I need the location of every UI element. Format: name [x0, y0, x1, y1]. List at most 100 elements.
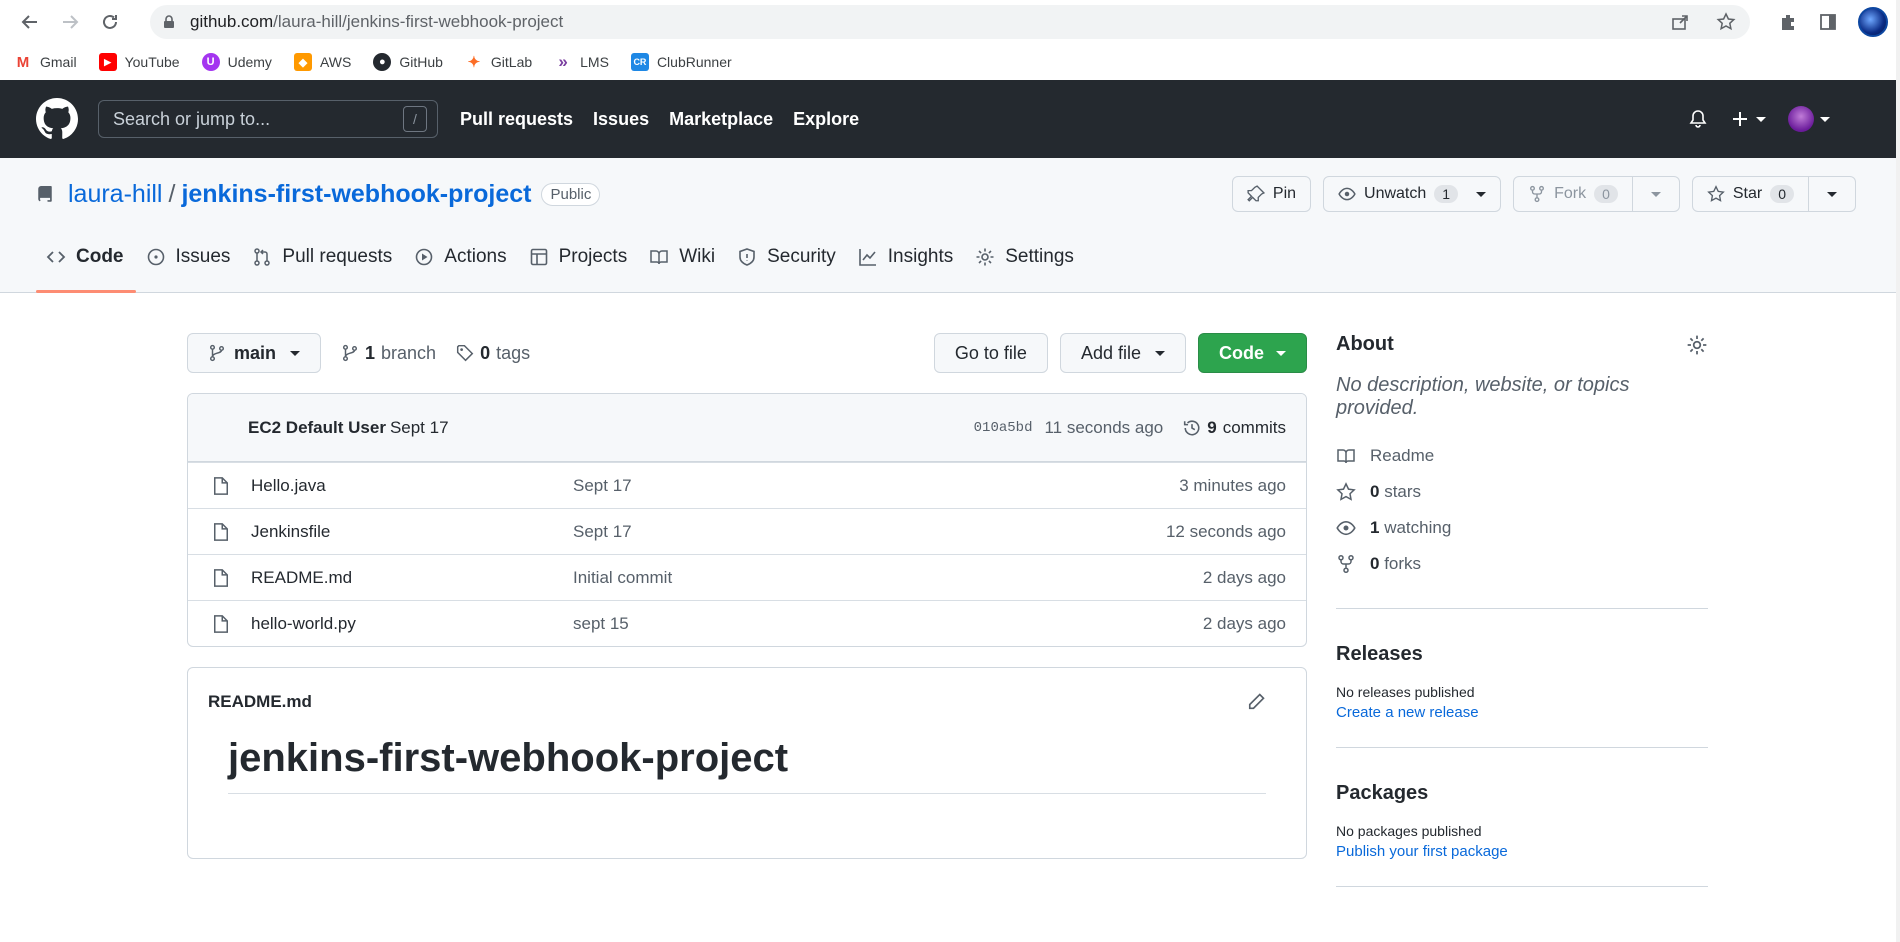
bell-icon[interactable]: [1688, 109, 1708, 129]
create-release-link[interactable]: Create a new release: [1336, 704, 1708, 721]
user-menu-button[interactable]: [1788, 106, 1830, 132]
tab-issues[interactable]: Issues: [136, 240, 243, 292]
chevron-down-icon: [290, 350, 301, 356]
tags-link[interactable]: 0 tags: [456, 343, 530, 364]
commit-author[interactable]: EC2 Default User: [248, 418, 386, 438]
star-button[interactable]: Star 0: [1691, 176, 1809, 212]
publish-package-link[interactable]: Publish your first package: [1336, 843, 1708, 860]
gitlab-icon: ✦: [464, 53, 483, 71]
global-nav: Pull requests Issues Marketplace Explore: [460, 109, 859, 130]
fork-button-group: Fork 0: [1513, 176, 1680, 212]
repo-owner-link[interactable]: laura-hill: [68, 180, 162, 209]
pull-request-icon: [254, 248, 271, 266]
bookmark-clubrunner[interactable]: CR ClubRunner: [630, 53, 732, 71]
code-button[interactable]: Code: [1198, 333, 1307, 373]
readme-filename[interactable]: README.md: [208, 692, 312, 712]
repo-name-link[interactable]: jenkins-first-webhook-project: [181, 180, 531, 209]
fork-dropdown-button[interactable]: [1632, 176, 1680, 212]
bookmark-label: GitLab: [490, 54, 533, 70]
extensions-icon[interactable]: [1778, 12, 1798, 32]
file-name[interactable]: README.md: [251, 568, 573, 588]
commit-sha[interactable]: 010a5bd: [974, 420, 1033, 436]
commit-message[interactable]: Sept 17: [390, 418, 449, 438]
forks-count: 0: [1370, 554, 1380, 573]
stars-link[interactable]: 0 stars: [1336, 474, 1708, 510]
unwatch-button[interactable]: Unwatch 1: [1323, 176, 1502, 212]
forward-button[interactable]: [50, 2, 90, 42]
tab-actions[interactable]: Actions: [404, 240, 518, 292]
pin-button[interactable]: Pin: [1231, 176, 1312, 212]
go-to-file-button[interactable]: Go to file: [933, 333, 1048, 373]
current-branch: main: [234, 342, 277, 363]
file-name[interactable]: Hello.java: [251, 476, 573, 496]
gmail-icon: M: [14, 53, 32, 71]
tab-pull-requests[interactable]: Pull requests: [242, 240, 404, 292]
bookmark-youtube[interactable]: ▶ YouTube: [98, 53, 180, 71]
pin-label: Pin: [1272, 185, 1297, 202]
watchers-link[interactable]: 1 watching: [1336, 510, 1708, 546]
tab-label: Issues: [175, 246, 231, 267]
address-bar[interactable]: github.com/laura-hill/jenkins-first-webh…: [150, 5, 1750, 39]
fork-button[interactable]: Fork 0: [1513, 176, 1633, 212]
bookmark-gitlab[interactable]: ✦ GitLab: [464, 53, 533, 71]
add-file-button[interactable]: Add file: [1059, 333, 1186, 373]
lms-icon: »: [554, 52, 573, 71]
bookmark-label: YouTube: [124, 54, 180, 70]
readme-link[interactable]: Readme: [1336, 438, 1708, 474]
play-circle-icon: [415, 248, 433, 266]
about-description: No description, website, or topics provi…: [1336, 374, 1630, 419]
side-panel-icon[interactable]: [1818, 12, 1838, 32]
star-list-dropdown-button[interactable]: [1809, 176, 1856, 212]
tab-settings[interactable]: Settings: [965, 240, 1086, 292]
github-logo-icon[interactable]: [36, 98, 78, 140]
tab-projects[interactable]: Projects: [519, 240, 640, 292]
pencil-icon[interactable]: [1246, 692, 1266, 712]
back-button[interactable]: [10, 2, 50, 42]
stars-count: 0: [1370, 482, 1380, 501]
breadcrumb-separator: /: [168, 180, 176, 208]
file-commit-message[interactable]: sept 15: [573, 614, 1203, 634]
share-icon[interactable]: [1670, 12, 1690, 32]
forks-link[interactable]: 0 forks: [1336, 546, 1708, 582]
create-new-button[interactable]: [1730, 109, 1766, 129]
file-name[interactable]: Jenkinsfile: [251, 522, 573, 542]
tab-wiki[interactable]: Wiki: [639, 240, 727, 292]
file-commit-message[interactable]: Sept 17: [573, 522, 1166, 542]
branch-select-button[interactable]: main: [187, 333, 322, 373]
gear-icon[interactable]: [1686, 334, 1708, 356]
search-input[interactable]: Search or jump to... /: [98, 100, 438, 138]
scrollbar[interactable]: [1896, 0, 1900, 942]
shield-icon: [739, 248, 755, 266]
nav-explore[interactable]: Explore: [793, 109, 859, 130]
bookmark-github[interactable]: ● GitHub: [373, 53, 443, 71]
nav-pull-requests[interactable]: Pull requests: [460, 109, 573, 130]
bookmark-udemy[interactable]: U Udemy: [201, 53, 272, 71]
packages-title[interactable]: Packages: [1336, 782, 1708, 805]
nav-marketplace[interactable]: Marketplace: [669, 109, 773, 130]
tab-insights[interactable]: Insights: [848, 240, 965, 292]
readme-header: README.md: [188, 668, 1306, 736]
reload-button[interactable]: [90, 2, 130, 42]
bookmarks-bar: M Gmail ▶ YouTube U Udemy ◆ AWS ● GitHub…: [0, 44, 1900, 80]
bookmark-star-icon[interactable]: [1716, 12, 1736, 32]
about-list: Readme 0 stars 1 watching 0 forks: [1336, 438, 1708, 582]
releases-title[interactable]: Releases: [1336, 643, 1708, 666]
bookmark-lms[interactable]: » LMS: [554, 52, 609, 71]
nav-issues[interactable]: Issues: [593, 109, 649, 130]
repo-tabs: Code Issues Pull requests Actions Projec…: [36, 240, 1086, 293]
unwatch-label: Unwatch: [1364, 185, 1427, 202]
bookmark-gmail[interactable]: M Gmail: [14, 53, 77, 71]
file-icon: [214, 568, 228, 587]
repo-header: laura-hill / jenkins-first-webhook-proje…: [0, 158, 1896, 293]
file-name[interactable]: hello-world.py: [251, 614, 573, 634]
commits-link[interactable]: 9 commits: [1183, 418, 1286, 438]
branches-link[interactable]: 1 branch: [341, 343, 436, 364]
file-commit-message[interactable]: Initial commit: [573, 568, 1203, 588]
tab-code[interactable]: Code: [36, 240, 136, 293]
bookmark-aws[interactable]: ◆ AWS: [293, 53, 351, 71]
profile-avatar[interactable]: [1858, 7, 1888, 37]
file-commit-message[interactable]: Sept 17: [573, 476, 1179, 496]
latest-commit: EC2 Default User Sept 17 010a5bd 11 seco…: [188, 394, 1306, 462]
tab-label: Wiki: [679, 246, 716, 267]
tab-security[interactable]: Security: [727, 240, 848, 292]
